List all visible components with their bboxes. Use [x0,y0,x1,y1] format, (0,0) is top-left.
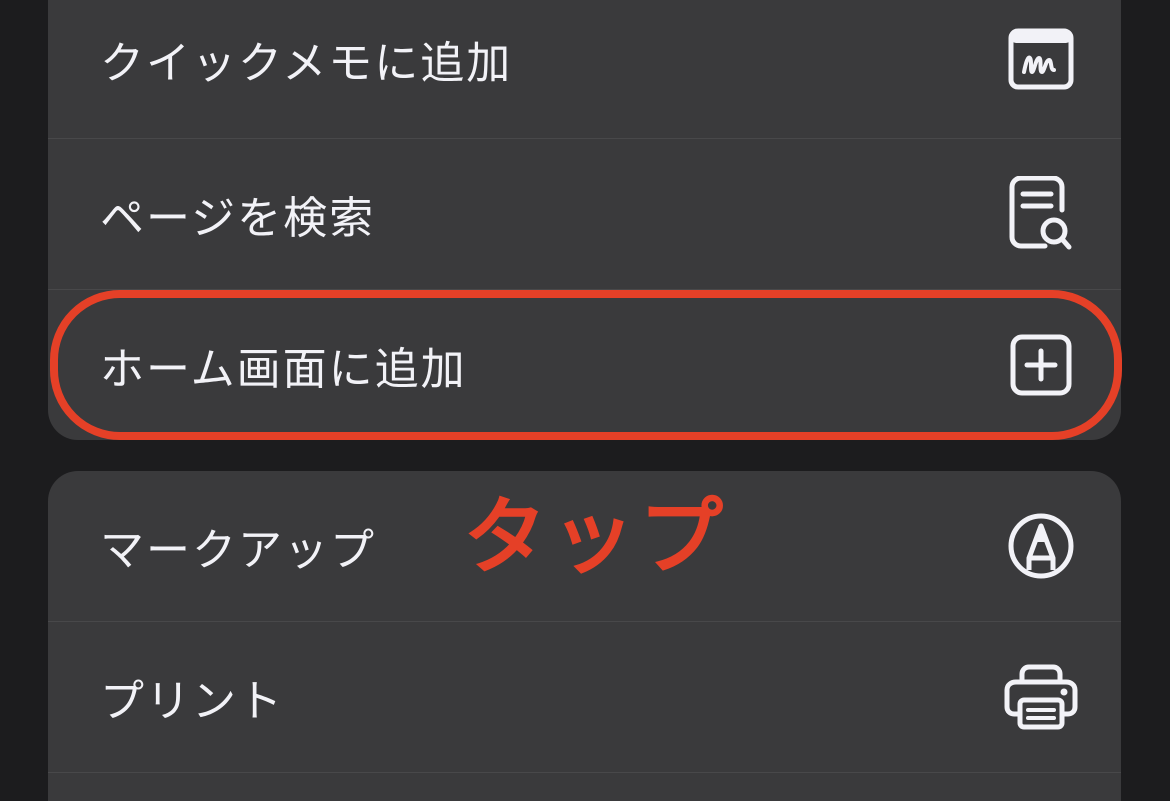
menu-item-quick-note[interactable]: クイックメモに追加 [48,0,1121,118]
divider [48,772,1121,773]
add-square-icon [1001,325,1081,405]
printer-icon [1001,657,1081,737]
menu-item-label: ページを検索 [100,193,376,244]
menu-item-label: マークアップ [100,525,376,576]
quick-note-icon [1001,19,1081,99]
share-menu-group-1: クイックメモに追加 ページを検索 ホーム画面に追加 [48,0,1121,440]
markup-pen-icon [1001,506,1081,586]
menu-item-add-to-home-screen[interactable]: ホーム画面に追加 [48,290,1121,440]
find-in-page-icon [1001,174,1081,254]
menu-item-find-in-page[interactable]: ページを検索 [48,139,1121,289]
menu-item-label: プリント [100,676,284,727]
menu-item-label: クイックメモに追加 [100,38,513,89]
menu-item-label: ホーム画面に追加 [100,344,467,395]
tap-annotation-label: タップ [463,488,728,586]
menu-item-print[interactable]: プリント [48,622,1121,772]
